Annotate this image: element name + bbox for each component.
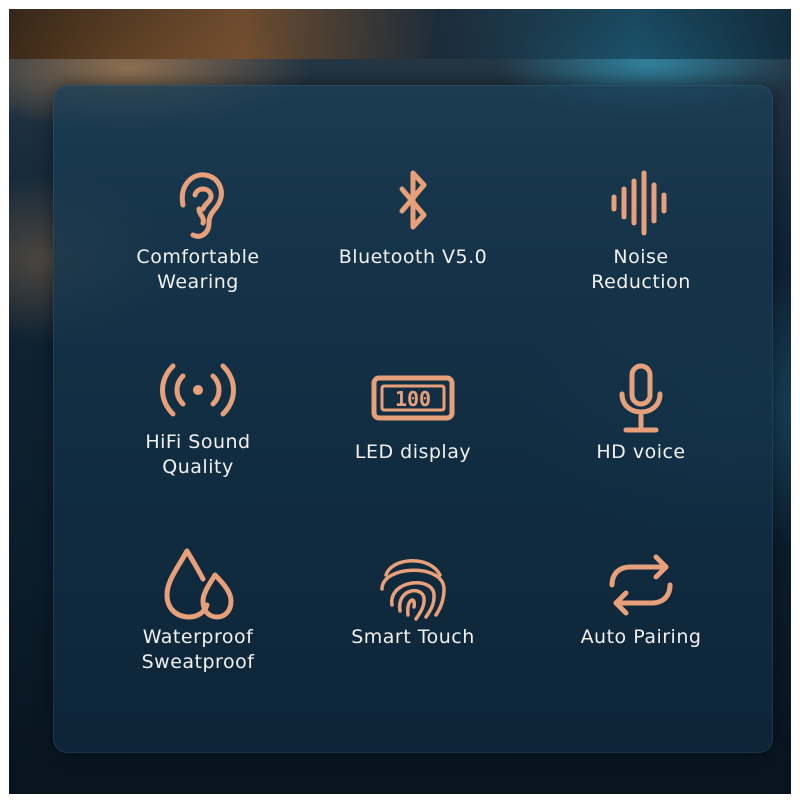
water-drops-icon bbox=[153, 545, 243, 625]
feature-label-line2: Reduction bbox=[591, 271, 691, 293]
bluetooth-icon bbox=[368, 165, 458, 245]
feature-label-line2: Wearing bbox=[157, 271, 239, 293]
feature-label-line1: Waterproof bbox=[142, 626, 254, 648]
led-display-icon: 100 bbox=[368, 360, 458, 440]
microphone-icon bbox=[596, 360, 686, 440]
feature-auto-pairing: Auto Pairing bbox=[531, 545, 751, 650]
feature-label-line1: Auto Pairing bbox=[580, 626, 702, 648]
feature-label-line2: Quality bbox=[162, 456, 234, 478]
feature-noise-reduction: Noise Reduction bbox=[531, 165, 751, 295]
background-photo: Comfortable Wearing Bluetooth V5.0 Noise… bbox=[9, 9, 791, 794]
feature-label-line1: Bluetooth V5.0 bbox=[338, 246, 488, 268]
feature-label-line1: Comfortable bbox=[136, 246, 260, 268]
feature-label-line1: Noise bbox=[613, 246, 669, 268]
feature-panel: Comfortable Wearing Bluetooth V5.0 Noise… bbox=[53, 85, 773, 753]
earbuds-photo-strip bbox=[9, 9, 791, 59]
feature-led-display: 100 LED display bbox=[303, 360, 523, 465]
feature-label-line1: HiFi Sound bbox=[145, 431, 251, 453]
signal-broadcast-icon bbox=[153, 350, 243, 430]
ear-icon bbox=[153, 165, 243, 245]
feature-hifi-sound: HiFi Sound Quality bbox=[88, 350, 308, 480]
feature-bluetooth: Bluetooth V5.0 bbox=[303, 165, 523, 270]
feature-label-line2: Sweatproof bbox=[141, 651, 255, 673]
feature-label-line1: HD voice bbox=[596, 441, 686, 463]
feature-waterproof: Waterproof Sweatproof bbox=[88, 545, 308, 675]
fingerprint-icon bbox=[368, 545, 458, 625]
sound-wave-icon bbox=[596, 165, 686, 245]
feature-comfortable-wearing: Comfortable Wearing bbox=[88, 165, 308, 295]
sync-arrows-icon bbox=[596, 545, 686, 625]
feature-label-line1: LED display bbox=[354, 441, 472, 463]
feature-smart-touch: Smart Touch bbox=[303, 545, 523, 650]
feature-label-line1: Smart Touch bbox=[351, 626, 475, 648]
feature-hd-voice: HD voice bbox=[531, 360, 751, 465]
led-display-digits: 100 bbox=[395, 387, 431, 411]
